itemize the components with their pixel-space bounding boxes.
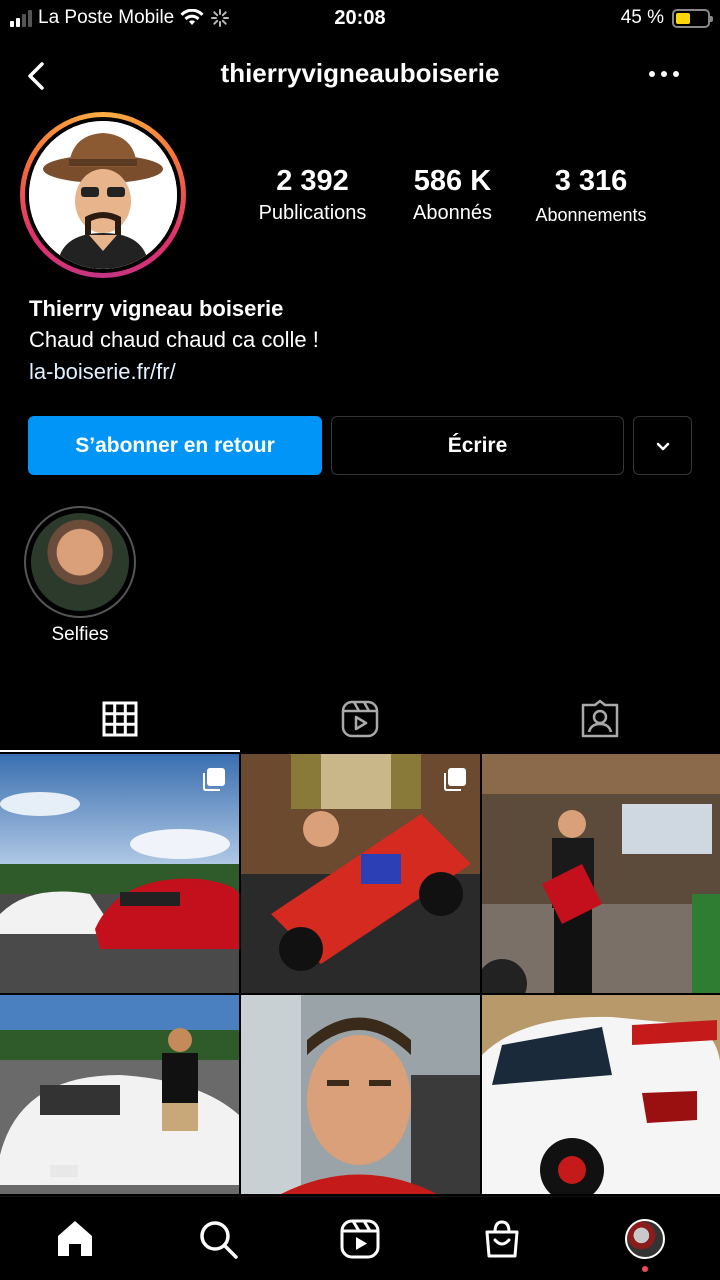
profile-header: thierryvigneauboiserie: [0, 44, 720, 104]
shop-icon: [485, 1220, 519, 1258]
stat-following[interactable]: 3 316 Abonnements: [520, 165, 662, 226]
story-highlight[interactable]: Selfies: [24, 506, 136, 646]
post-thumbnail[interactable]: [482, 754, 720, 993]
battery-level: [676, 12, 690, 24]
nav-reels[interactable]: [336, 1215, 384, 1263]
battery-percent: 45 %: [620, 7, 664, 28]
post-thumbnail[interactable]: [241, 995, 480, 1194]
profile-tabs: [0, 686, 720, 752]
stat-value: 3 316: [554, 165, 628, 197]
profile-bio: Thierry vigneau boiserie Chaud chaud cha…: [29, 296, 689, 385]
grid-icon: [102, 701, 138, 737]
website-link[interactable]: la-boiserie.fr/fr/: [29, 359, 689, 385]
reels-icon: [340, 1219, 380, 1259]
stat-value: 586 K: [413, 165, 492, 197]
avatar: [625, 1219, 665, 1259]
message-button[interactable]: Écrire: [331, 416, 624, 475]
active-tab-indicator: [0, 750, 240, 752]
nav-profile[interactable]: [621, 1215, 669, 1263]
multiple-posts-icon: [203, 768, 225, 791]
tab-tagged[interactable]: [480, 686, 720, 752]
stat-label: Abonnements: [535, 205, 647, 225]
nav-search[interactable]: [194, 1215, 242, 1263]
profile-avatar[interactable]: [20, 112, 186, 278]
status-right: 45 %: [620, 7, 713, 29]
tab-reels[interactable]: [240, 686, 480, 752]
follow-back-button[interactable]: S’abonner en retour: [28, 416, 322, 475]
stat-label: Publications: [258, 202, 367, 224]
bottom-navigation: [0, 1196, 720, 1280]
highlight-ring: [24, 506, 136, 618]
highlight-label: Selfies: [51, 624, 109, 645]
stat-label: Abonnés: [413, 202, 492, 224]
stat-followers[interactable]: 586 K Abonnés: [390, 165, 515, 225]
tagged-icon: [581, 699, 619, 738]
display-name: Thierry vigneau boiserie: [29, 296, 284, 321]
home-icon: [58, 1221, 92, 1256]
notification-dot: [642, 1266, 648, 1272]
post-thumbnail[interactable]: [241, 754, 480, 993]
search-icon: [200, 1221, 238, 1259]
battery-icon: [672, 8, 713, 28]
nav-home[interactable]: [51, 1215, 99, 1263]
multiple-posts-icon: [444, 768, 466, 791]
bio-text: Chaud chaud chaud ca colle !: [29, 327, 319, 352]
nav-shop[interactable]: [478, 1215, 526, 1263]
tab-grid[interactable]: [0, 686, 240, 752]
avatar-illustration: [29, 121, 177, 269]
post-thumbnail[interactable]: [482, 995, 720, 1194]
chevron-down-icon: [656, 442, 669, 450]
more-options-button[interactable]: [644, 58, 684, 90]
stat-publications[interactable]: 2 392 Publications: [230, 165, 395, 225]
reels-icon: [341, 700, 379, 738]
username-title: thierryvigneauboiserie: [220, 58, 500, 88]
highlight-thumbnail: [31, 513, 129, 611]
more-dots-icon: [649, 71, 679, 77]
status-time: 20:08: [334, 7, 386, 29]
stat-value: 2 392: [276, 165, 349, 197]
posts-grid: [0, 754, 720, 1194]
suggestions-dropdown-button[interactable]: [633, 416, 692, 475]
post-thumbnail[interactable]: [0, 754, 239, 993]
status-bar: La Poste Mobile 20:08 45 %: [0, 0, 720, 38]
profile-stats: 2 392 Publications 586 K Abonnés 3 316 A…: [230, 165, 700, 235]
